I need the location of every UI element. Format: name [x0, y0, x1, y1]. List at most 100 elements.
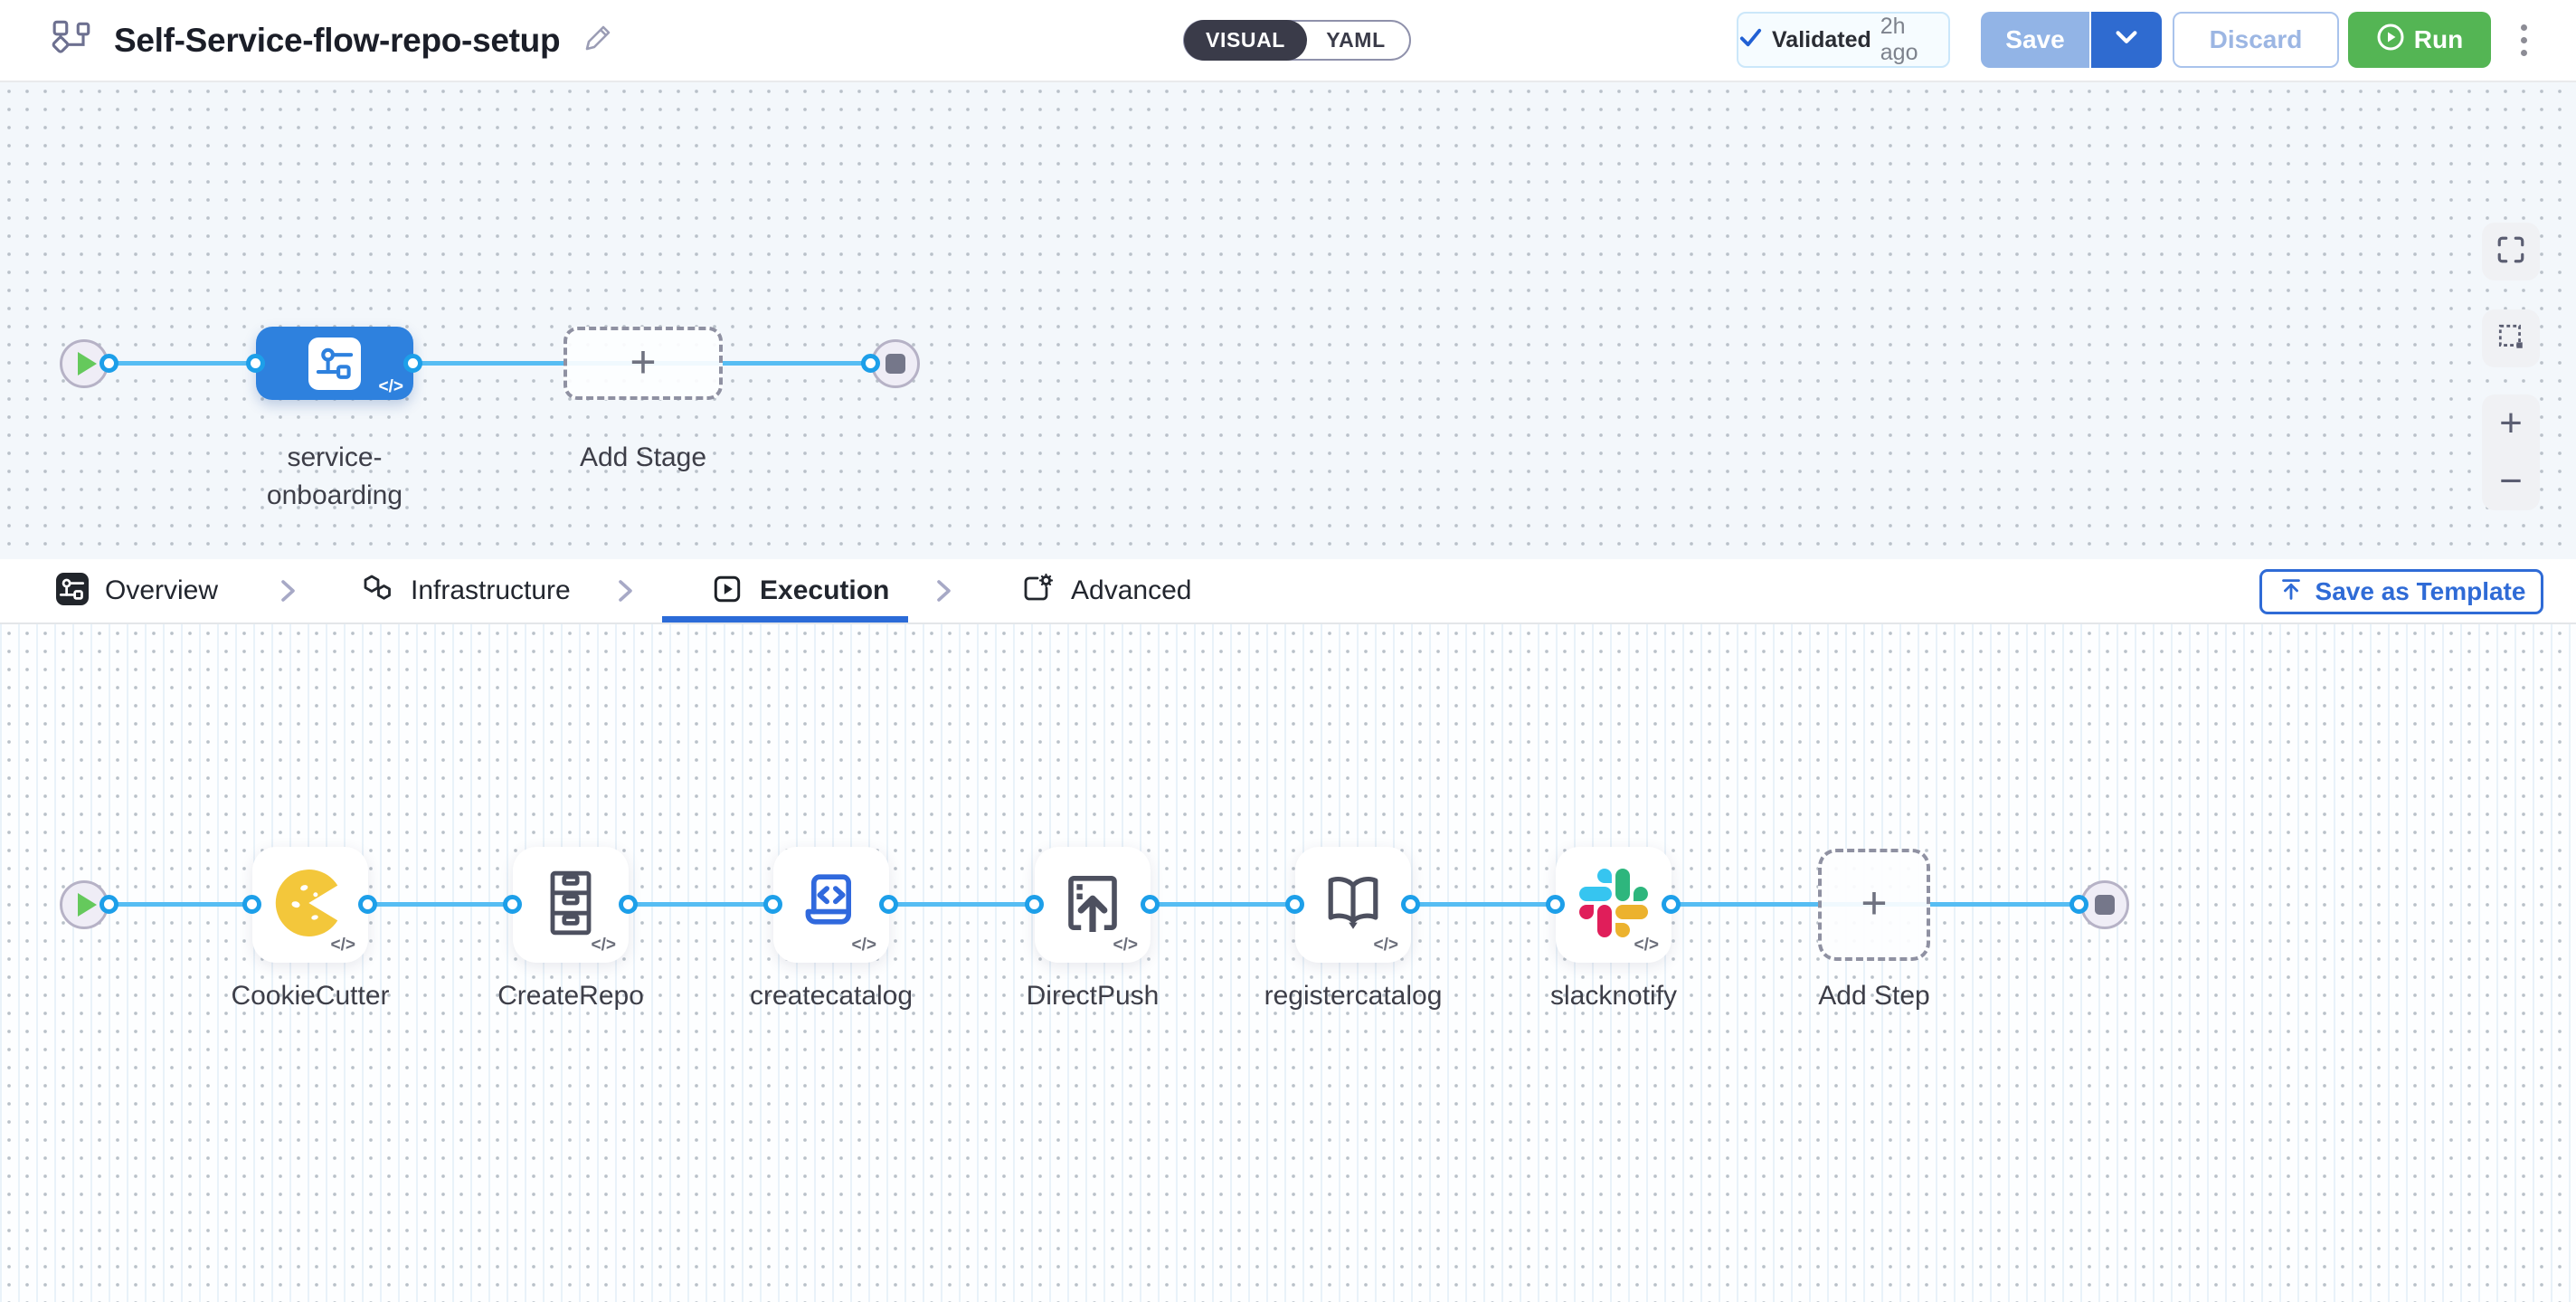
active-tab-underline	[662, 616, 908, 622]
step-code-glyph: </>	[852, 936, 876, 955]
step-code-glyph: </>	[1634, 936, 1659, 955]
zoom-control: + −	[2482, 394, 2540, 510]
overview-stage-icon	[56, 573, 89, 610]
pencil-icon	[582, 23, 613, 58]
validation-time: 2h ago	[1880, 14, 1948, 66]
step-node-directpush[interactable]: </>	[1035, 847, 1151, 963]
stage-graph-canvas[interactable]: </> + service-onboarding Add Stage + −	[0, 82, 2576, 559]
stage-in-port[interactable]	[246, 354, 265, 373]
tab-advanced[interactable]: Advanced	[1020, 559, 1191, 622]
stage-out-port[interactable]	[403, 354, 422, 373]
step-port[interactable]	[503, 895, 522, 914]
add-stage-label: Add Stage	[553, 439, 734, 477]
execution-graph-canvas[interactable]: </> </> </>	[0, 624, 2576, 1302]
step-code-glyph: </>	[592, 936, 616, 955]
run-button[interactable]: Run	[2348, 12, 2491, 68]
save-as-template-button[interactable]: Save as Template	[2259, 569, 2543, 614]
tab-separator-chevron-icon	[277, 559, 300, 622]
check-icon	[1738, 25, 1763, 54]
advanced-gear-icon	[1020, 573, 1055, 610]
start-play-icon	[78, 352, 97, 375]
save-as-template-label: Save as Template	[2316, 577, 2526, 606]
multi-select-button[interactable]	[2482, 309, 2540, 367]
save-button[interactable]: Save	[1981, 12, 2091, 68]
toggle-yaml-option[interactable]: YAML	[1302, 22, 1409, 59]
discard-button[interactable]: Discard	[2173, 12, 2339, 68]
stage-tab-bar: Overview Infrastructure Execution	[0, 559, 2576, 624]
stage-node-service-onboarding[interactable]: </>	[256, 327, 413, 400]
step-label: DirectPush	[975, 977, 1210, 1015]
step-port[interactable]	[1401, 895, 1420, 914]
step-code-glyph: </>	[1113, 936, 1138, 955]
save-split-button: Save	[1981, 12, 2162, 68]
visual-yaml-toggle: VISUAL YAML	[1183, 20, 1411, 61]
stage-flow-line	[108, 361, 871, 366]
start-out-port[interactable]	[99, 895, 118, 914]
pipeline-title: Self-Service-flow-repo-setup	[114, 22, 560, 60]
selection-box-icon	[2496, 321, 2526, 356]
step-port[interactable]	[1285, 895, 1304, 914]
end-in-port[interactable]	[861, 354, 880, 373]
tab-infrastructure-label: Infrastructure	[411, 575, 571, 606]
step-label: slacknotify	[1496, 977, 1731, 1015]
step-code-glyph: </>	[1374, 936, 1398, 955]
fit-to-screen-button[interactable]	[2482, 223, 2540, 280]
add-step-button[interactable]: +	[1818, 849, 1930, 961]
zoom-out-button[interactable]: −	[2499, 461, 2523, 501]
validation-status-badge[interactable]: Validated 2h ago	[1737, 12, 1950, 68]
start-out-port[interactable]	[99, 354, 118, 373]
step-node-createcatalog[interactable]: </>	[773, 847, 889, 963]
add-stage-button[interactable]: +	[564, 327, 723, 400]
tab-overview[interactable]: Overview	[56, 559, 218, 622]
edit-title-button[interactable]	[580, 23, 616, 59]
run-label: Run	[2414, 25, 2463, 54]
step-label: CookieCutter	[193, 977, 428, 1015]
tab-advanced-label: Advanced	[1071, 575, 1191, 606]
step-node-registercatalog[interactable]: </>	[1295, 847, 1411, 963]
run-play-icon	[2376, 23, 2405, 58]
step-port[interactable]	[763, 895, 782, 914]
validation-label: Validated	[1772, 27, 1871, 53]
step-port[interactable]	[619, 895, 638, 914]
end-stop-icon	[2095, 895, 2115, 915]
header-title-group: Self-Service-flow-repo-setup	[51, 0, 616, 81]
end-in-port[interactable]	[2069, 895, 2088, 914]
save-dropdown-button[interactable]	[2091, 12, 2162, 68]
toggle-visual-option[interactable]: VISUAL	[1184, 20, 1307, 61]
step-node-cookiecutter[interactable]: </>	[252, 847, 368, 963]
step-port[interactable]	[242, 895, 261, 914]
repo-drawers-icon	[535, 867, 607, 944]
step-port[interactable]	[1025, 895, 1044, 914]
step-label: registercatalog	[1236, 977, 1471, 1015]
zoom-in-button[interactable]: +	[2499, 404, 2523, 443]
pipeline-icon	[51, 18, 94, 62]
slack-icon	[1579, 869, 1648, 942]
tab-execution[interactable]: Execution	[711, 559, 889, 622]
start-play-icon	[78, 893, 97, 917]
pipeline-studio-header: Self-Service-flow-repo-setup VISUAL YAML…	[0, 0, 2576, 82]
plus-icon: +	[630, 339, 656, 385]
step-node-createrepo[interactable]: </>	[513, 847, 629, 963]
step-port[interactable]	[1546, 895, 1565, 914]
tab-separator-chevron-icon	[614, 559, 638, 622]
more-options-menu-icon[interactable]	[2500, 12, 2547, 68]
catalog-script-icon	[795, 867, 867, 944]
step-code-glyph: </>	[331, 936, 355, 955]
plus-icon: +	[1861, 880, 1887, 926]
step-port[interactable]	[1662, 895, 1681, 914]
infrastructure-hexagons-icon	[360, 573, 394, 610]
custom-stage-icon	[308, 337, 361, 390]
upload-icon	[2278, 575, 2305, 609]
stage-label: service-onboarding	[235, 439, 434, 515]
step-label: CreateRepo	[453, 977, 688, 1015]
step-port[interactable]	[358, 895, 377, 914]
end-stop-icon	[886, 354, 905, 374]
step-port[interactable]	[1141, 895, 1160, 914]
step-node-slacknotify[interactable]: </>	[1556, 847, 1672, 963]
tab-infrastructure[interactable]: Infrastructure	[360, 559, 571, 622]
tab-execution-label: Execution	[760, 575, 889, 606]
execution-play-icon	[711, 573, 743, 610]
step-port[interactable]	[879, 895, 898, 914]
tab-separator-chevron-icon	[933, 559, 956, 622]
chevron-down-icon	[2113, 28, 2140, 52]
